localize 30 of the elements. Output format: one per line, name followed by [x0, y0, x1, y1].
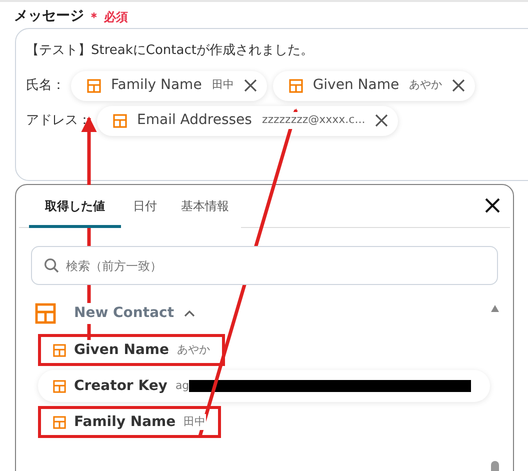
- variable-chip[interactable]: Email Addresses zzzzzzzz@xxxx.c...: [97, 106, 398, 136]
- search-field[interactable]: 検索（前方一致）: [31, 246, 498, 285]
- close-icon[interactable]: [485, 198, 500, 213]
- list-item[interactable]: Given Name あやか: [38, 334, 225, 366]
- required-label: 必須: [104, 8, 128, 26]
- table-icon: [53, 380, 66, 392]
- table-icon: [53, 416, 66, 428]
- table-icon: [113, 114, 127, 128]
- table-icon: [35, 303, 56, 324]
- list-item[interactable]: Creator Key ag: [38, 370, 490, 402]
- required-mark: ＊: [88, 8, 100, 26]
- variable-chip[interactable]: Given Name あやか: [272, 70, 476, 100]
- close-icon[interactable]: [452, 79, 466, 92]
- search-icon: [44, 258, 59, 273]
- table-icon: [288, 78, 303, 92]
- row-label: 氏名：: [26, 76, 65, 95]
- close-icon[interactable]: [244, 79, 257, 92]
- chevron-up-icon[interactable]: [184, 310, 196, 317]
- table-icon: [53, 344, 66, 356]
- field-label: メッセージ: [14, 7, 84, 26]
- group-label[interactable]: New Contact: [74, 303, 174, 324]
- tab[interactable]: 取得した値: [29, 185, 121, 228]
- message-text: 【テスト】StreakにContactが作成されました。: [26, 42, 314, 60]
- variable-chip[interactable]: Family Name 田中: [71, 70, 267, 100]
- list-item[interactable]: Family Name 田中: [38, 406, 221, 438]
- message-field[interactable]: 【テスト】StreakにContactが作成されました。 氏名： Family Name 田中 Given Name あやか アドレス： Email Addresses zzzzzzzz@xxxx.c...: [15, 28, 528, 181]
- scroll-up-icon[interactable]: [491, 305, 499, 312]
- close-icon[interactable]: [375, 114, 388, 127]
- table-icon: [87, 78, 101, 92]
- row-label: アドレス：: [26, 112, 91, 130]
